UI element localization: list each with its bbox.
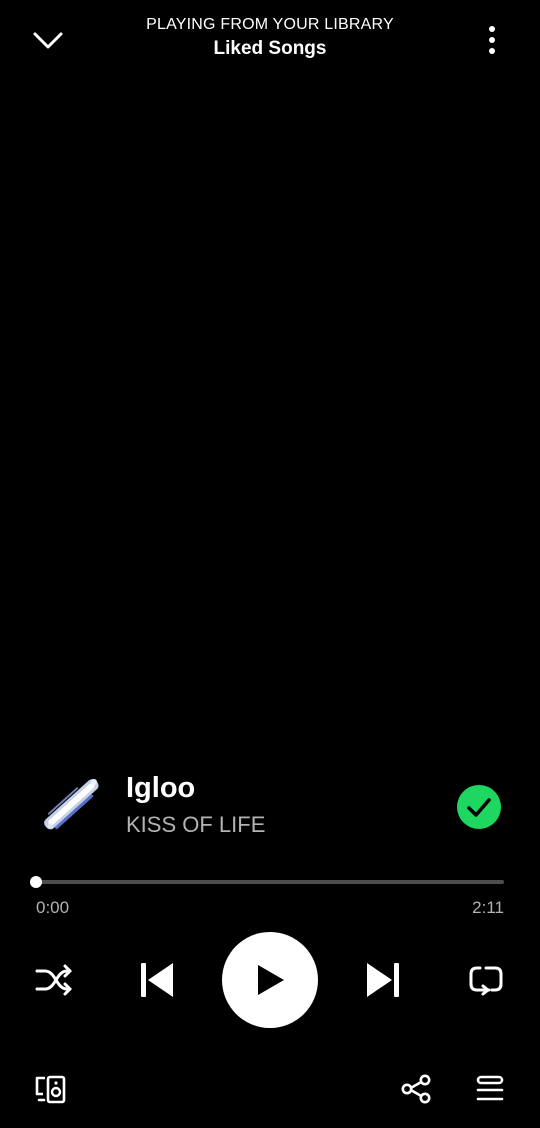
repeat-icon: [469, 966, 503, 996]
next-button[interactable]: [360, 956, 406, 1004]
more-options-button[interactable]: [474, 20, 510, 60]
track-title[interactable]: Igloo: [126, 772, 195, 805]
check-circle-icon: [457, 785, 501, 829]
previous-button[interactable]: [134, 956, 180, 1004]
context-name: Liked Songs: [213, 38, 327, 59]
playing-context[interactable]: PLAYING FROM YOUR LIBRARY Liked Songs: [110, 16, 430, 60]
connect-devices-button[interactable]: [30, 1070, 70, 1108]
progress-thumb[interactable]: [30, 876, 42, 888]
share-button[interactable]: [396, 1070, 436, 1108]
more-vertical-icon: [489, 26, 495, 54]
context-label: PLAYING FROM YOUR LIBRARY: [146, 16, 394, 33]
shuffle-button[interactable]: [32, 958, 76, 1002]
queue-icon: [476, 1075, 504, 1101]
skip-next-icon: [367, 963, 399, 997]
collapse-button[interactable]: [28, 22, 68, 58]
play-icon: [258, 965, 284, 995]
connect-devices-icon: [35, 1075, 66, 1104]
play-button[interactable]: [222, 932, 318, 1028]
elapsed-time: 0:00: [36, 898, 70, 917]
liked-button[interactable]: [456, 784, 502, 830]
total-time: 2:11: [472, 898, 504, 917]
queue-button[interactable]: [470, 1070, 510, 1108]
shuffle-icon: [35, 964, 72, 996]
album-art[interactable]: [34, 770, 110, 840]
album-art-image: [34, 770, 110, 840]
track-artist[interactable]: KISS OF LIFE: [126, 812, 265, 838]
chevron-down-icon: [33, 32, 63, 49]
skip-previous-icon: [141, 963, 173, 997]
share-icon: [401, 1074, 431, 1104]
progress-bar[interactable]: [30, 876, 504, 888]
repeat-button[interactable]: [464, 958, 508, 1002]
